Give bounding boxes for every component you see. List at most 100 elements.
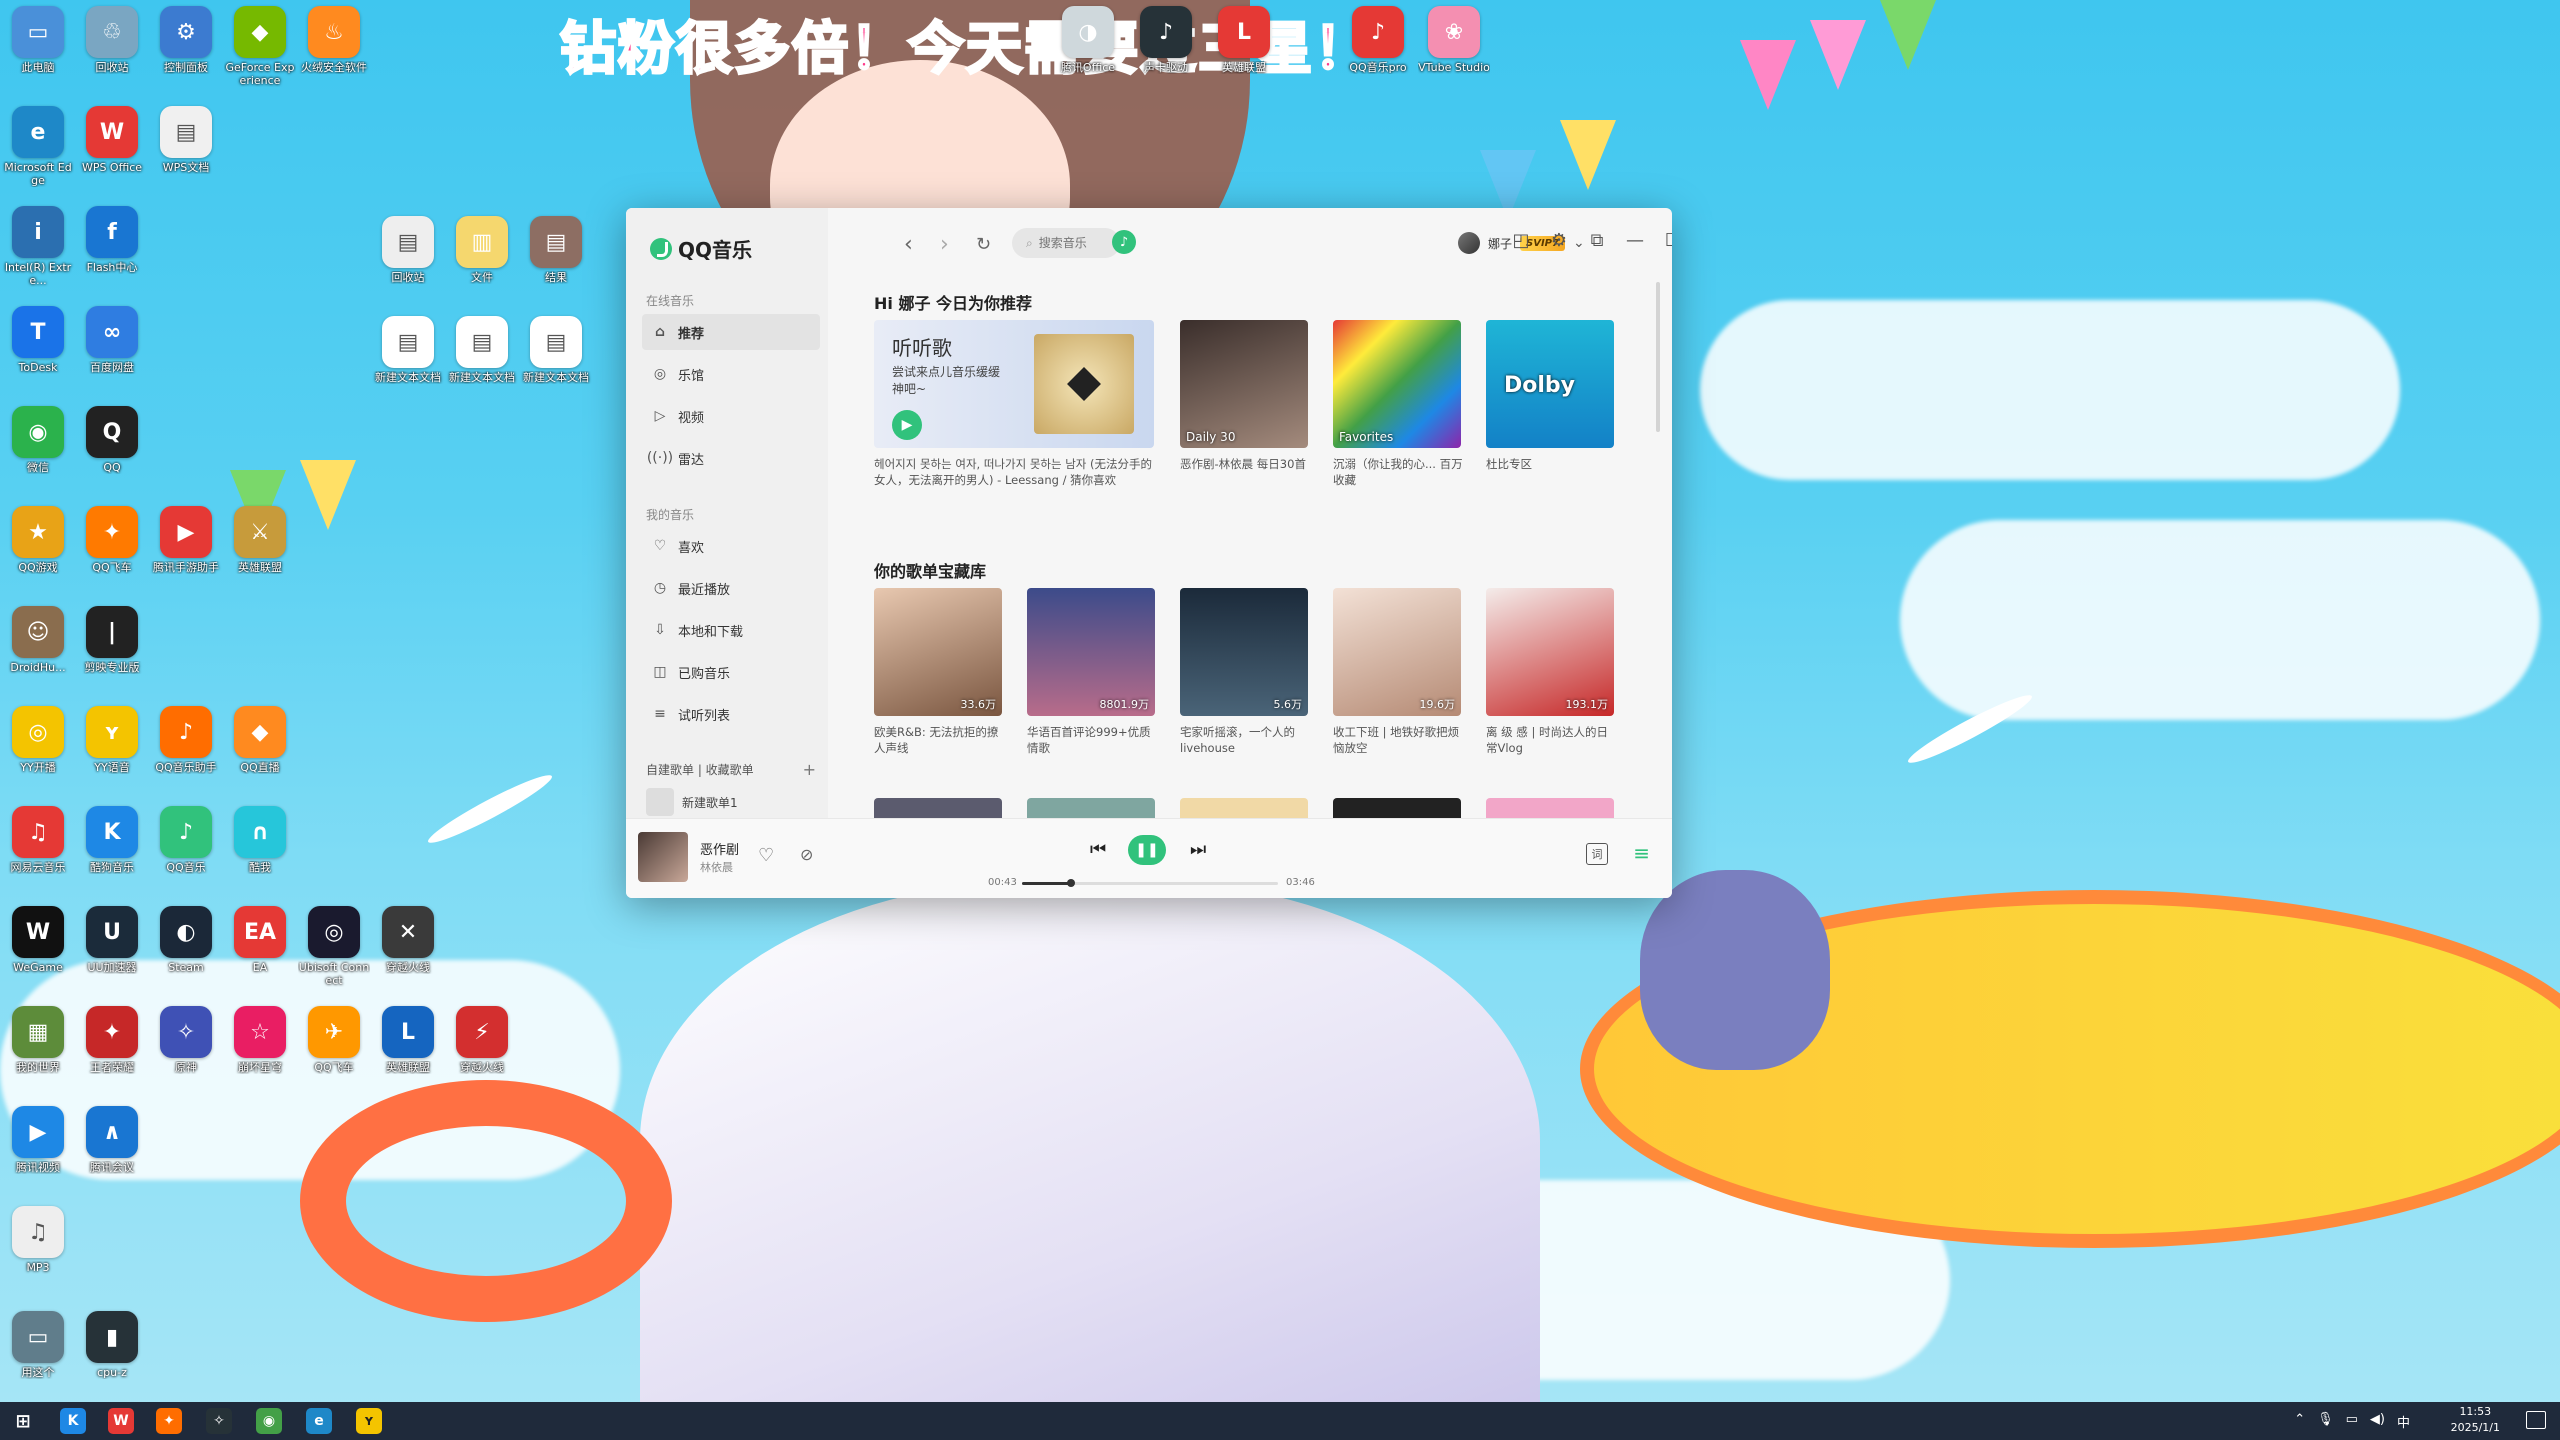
desktop-app-icon[interactable]: ▤ — [382, 316, 434, 368]
windows-start-icon[interactable]: ⊞ — [10, 1408, 36, 1434]
desktop-icon[interactable]: ☺ DroidHu... — [2, 606, 74, 674]
desktop-app-icon[interactable]: ✦ — [86, 506, 138, 558]
desktop-icon[interactable]: ♪ 声卡驱动 — [1130, 6, 1202, 74]
taskbar-kugou-icon[interactable]: K — [60, 1408, 86, 1434]
desktop-icon[interactable]: ▤ 新建文本文档 — [520, 316, 592, 384]
desktop-app-icon[interactable]: ♫ — [12, 806, 64, 858]
desktop-icon[interactable]: ▶ 腾讯视频 — [2, 1106, 74, 1174]
desktop-app-icon[interactable]: ◎ — [12, 706, 64, 758]
desktop-icon[interactable]: ◉ 微信 — [2, 406, 74, 474]
desktop-app-icon[interactable]: ◆ — [234, 6, 286, 58]
playlist-cover[interactable] — [1180, 798, 1308, 818]
card-title[interactable]: 宅家听摇滚，一个人的livehouse — [1180, 724, 1310, 756]
desktop-app-icon[interactable]: ♫ — [12, 1206, 64, 1258]
desktop-app-icon[interactable]: ▥ — [456, 216, 508, 268]
search-box[interactable]: ⌕ — [1012, 228, 1120, 258]
library-playlist-card[interactable]: 193.1万 离 级 感 | 时尚达人的日常Vlog — [1486, 588, 1616, 756]
add-playlist-icon[interactable]: + — [803, 760, 816, 779]
desktop-icon[interactable]: ◑ 腾讯Office — [1052, 6, 1124, 74]
sidebar-item-heart[interactable]: ♡ 喜欢 — [642, 528, 820, 564]
desktop-icon[interactable]: ▤ WPS文档 — [150, 106, 222, 174]
desktop-icon[interactable]: ▦ 我的世界 — [2, 1006, 74, 1074]
sidebar-item-list[interactable]: ≡ 试听列表 — [642, 696, 820, 732]
playlist-cover[interactable] — [874, 798, 1002, 818]
desktop-icon[interactable]: ∩ 酷我 — [224, 806, 296, 874]
desktop-icon[interactable]: Q QQ — [76, 406, 148, 474]
tray-expand-icon[interactable]: ⌃ — [2294, 1412, 2305, 1431]
desktop-app-icon[interactable]: ❀ — [1428, 6, 1480, 58]
desktop-icon[interactable]: ∞ 百度网盘 — [76, 306, 148, 374]
skin-icon[interactable]: ◰ — [1508, 230, 1534, 251]
desktop-icon[interactable]: L 英雄联盟 — [372, 1006, 444, 1074]
desktop-icon[interactable]: ❀ VTube Studio — [1418, 6, 1490, 74]
desktop-icon[interactable]: | 剪映专业版 — [76, 606, 148, 674]
previous-track-icon[interactable]: ⏮ — [1090, 839, 1106, 860]
desktop-app-icon[interactable]: U — [86, 906, 138, 958]
desktop-app-icon[interactable]: i — [12, 206, 64, 258]
desktop-icon[interactable]: ▤ 新建文本文档 — [372, 316, 444, 384]
desktop-icon[interactable]: ♫ 网易云音乐 — [2, 806, 74, 874]
sidebar-item-home[interactable]: ⌂ 推荐 — [642, 314, 820, 350]
desktop-icon[interactable]: W WPS Office — [76, 106, 148, 174]
play-icon[interactable]: ▶ — [892, 410, 922, 440]
desktop-app-icon[interactable]: ʏ — [86, 706, 138, 758]
listen-feature-card[interactable]: 听听歌 尝试来点儿音乐缓缓神吧~ ▶ — [874, 320, 1154, 448]
sidebar-item-disc[interactable]: ◎ 乐馆 — [642, 356, 820, 392]
desktop-app-icon[interactable]: ◎ — [308, 906, 360, 958]
playlist-cover[interactable]: Daily 30 — [1180, 320, 1308, 448]
desktop-icon[interactable]: ✦ 王者荣耀 — [76, 1006, 148, 1074]
playlist-cover[interactable] — [1333, 798, 1461, 818]
desktop-icon[interactable]: ʏ YY语音 — [76, 706, 148, 774]
desktop-icon[interactable]: f Flash中心 — [76, 206, 148, 274]
progress-handle[interactable] — [1066, 879, 1075, 887]
desktop-app-icon[interactable]: L — [382, 1006, 434, 1058]
desktop-app-icon[interactable]: ★ — [12, 506, 64, 558]
desktop-icon[interactable]: ▤ 结果 — [520, 216, 592, 284]
desktop-app-icon[interactable]: Q — [86, 406, 138, 458]
library-playlist-card[interactable]: 33.6万 欧美R&B: 无法抗拒的撩人声线 — [874, 588, 1004, 756]
desktop-app-icon[interactable]: ✧ — [160, 1006, 212, 1058]
desktop-icon[interactable]: EA EA — [224, 906, 296, 974]
desktop-app-icon[interactable]: f — [86, 206, 138, 258]
taskbar-game-icon[interactable]: ✧ — [206, 1408, 232, 1434]
qq-music-window[interactable]: QQ音乐 在线音乐 ⌂ 推荐 ◎ 乐馆 ▷ 视频 ((·)) 雷达 我的音乐 ♡ 喜欢… — [626, 208, 1672, 898]
desktop-icon[interactable]: ⚔ 英雄联盟 — [224, 506, 296, 574]
volume-icon[interactable]: ◀) — [2370, 1412, 2385, 1431]
desktop-icon[interactable]: ◆ QQ直播 — [224, 706, 296, 774]
notification-icon[interactable] — [2526, 1411, 2546, 1429]
like-heart-icon[interactable]: ♡ — [758, 845, 774, 866]
playlist-queue-icon[interactable]: ≡ — [1633, 841, 1650, 865]
playlist-cover[interactable] — [1486, 798, 1614, 818]
desktop-app-icon[interactable]: ◑ — [1062, 6, 1114, 58]
desktop-app-icon[interactable]: T — [12, 306, 64, 358]
playlist-tabs[interactable]: 自建歌单 | 收藏歌单 + — [646, 760, 816, 779]
desktop-icon[interactable]: ▥ 文件 — [446, 216, 518, 284]
feature-description[interactable]: 헤어지지 못하는 여자, 떠나가지 못하는 남자 (无法分手的女人，无法离开的男… — [874, 456, 1159, 488]
desktop-icon[interactable]: ♪ QQ音乐 — [150, 806, 222, 874]
desktop-app-icon[interactable]: L — [1218, 6, 1270, 58]
desktop-icon[interactable]: ◎ YY开播 — [2, 706, 74, 774]
sidebar-item-download[interactable]: ⇩ 本地和下载 — [642, 612, 820, 648]
lyrics-button[interactable]: 词 — [1586, 843, 1608, 865]
desktop-icon[interactable]: ◎ Ubisoft Connect — [298, 906, 370, 987]
microphone-icon[interactable]: 🎙 — [2317, 1412, 2334, 1431]
desktop-icon[interactable]: ◆ GeForce Experience — [224, 6, 296, 87]
desktop-app-icon[interactable]: ♪ — [160, 806, 212, 858]
library-playlist-card[interactable]: 5.6万 宅家听摇滚，一个人的livehouse — [1180, 588, 1310, 756]
recommend-card[interactable]: Dolby 杜比专区 — [1486, 320, 1616, 472]
desktop-icon[interactable]: ▤ 回收站 — [372, 216, 444, 284]
network-icon[interactable]: ▭ — [2346, 1412, 2358, 1431]
desktop-app-icon[interactable]: ◆ — [234, 706, 286, 758]
desktop-app-icon[interactable]: ⚡ — [456, 1006, 508, 1058]
desktop-icon[interactable]: W WeGame — [2, 906, 74, 974]
library-playlist-card[interactable] — [1180, 798, 1308, 818]
sidebar-playlist-item[interactable]: 新建歌单1 — [646, 788, 738, 816]
desktop-icon[interactable]: ▭ 用这个 — [2, 1311, 74, 1379]
desktop-icon[interactable]: K 酷狗音乐 — [76, 806, 148, 874]
pause-button[interactable]: ❚❚ — [1128, 835, 1166, 865]
playlist-tabs-label[interactable]: 自建歌单 | 收藏歌单 — [646, 761, 754, 778]
taskbar-qq-speed-icon[interactable]: ✦ — [156, 1408, 182, 1434]
chevron-down-icon[interactable]: ⌄ — [1573, 235, 1585, 251]
library-playlist-card[interactable] — [1486, 798, 1614, 818]
desktop-icon[interactable]: ▤ 新建文本文档 — [446, 316, 518, 384]
